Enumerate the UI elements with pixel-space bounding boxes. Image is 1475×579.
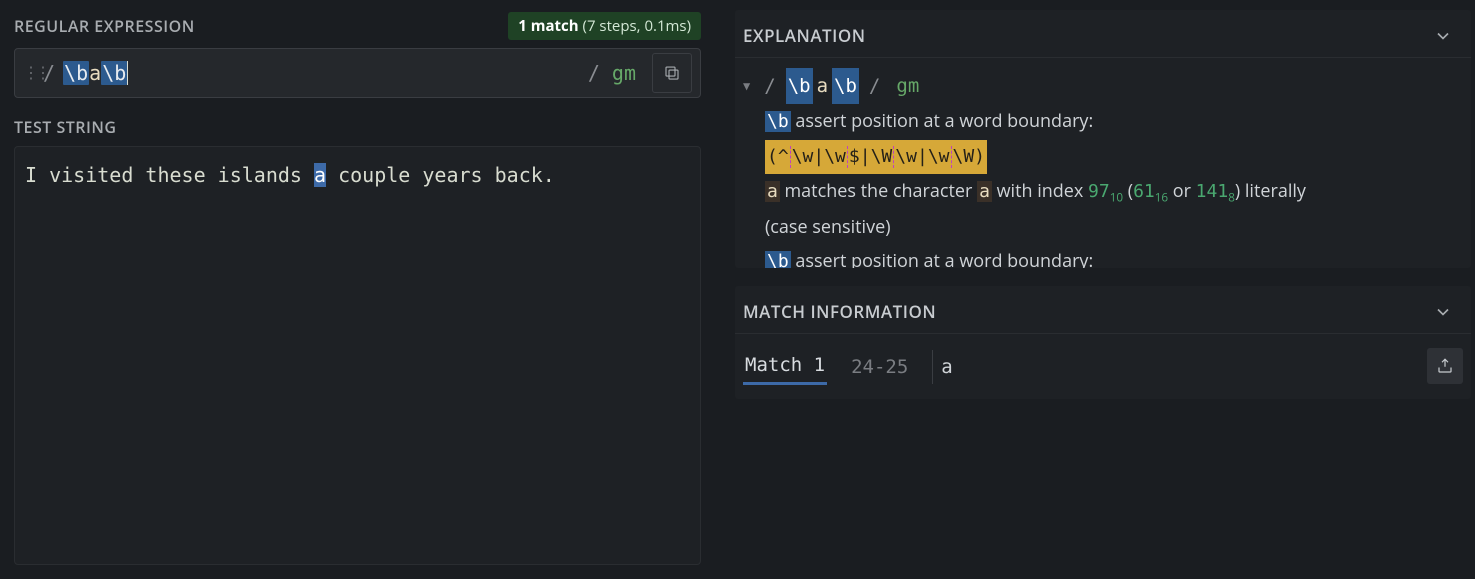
regex-section-title: REGULAR EXPRESSION bbox=[14, 15, 195, 37]
match-info-section-header[interactable]: MATCH INFORMATION bbox=[735, 286, 1471, 334]
regex-pattern-field[interactable]: \ba\b bbox=[61, 61, 582, 85]
exp-base: 8 bbox=[1228, 190, 1235, 206]
collapse-triangle-icon[interactable]: ▼ bbox=[743, 75, 750, 98]
exp-text: or bbox=[1168, 179, 1196, 203]
exp-token: a bbox=[817, 68, 828, 104]
chevron-down-icon bbox=[1433, 302, 1453, 322]
export-matches-button[interactable] bbox=[1427, 348, 1463, 384]
exp-text: (case sensitive) bbox=[743, 210, 1463, 244]
exp-index-hex: 61 bbox=[1133, 181, 1155, 202]
exp-text: ( bbox=[1123, 179, 1133, 203]
match-range: 24-25 bbox=[843, 350, 916, 384]
exp-token-boundary: \b bbox=[765, 251, 791, 268]
exp-token: \b bbox=[786, 68, 813, 104]
regex-token-escape: \b bbox=[63, 61, 89, 85]
exp-text: with index bbox=[992, 179, 1088, 203]
match-text: a bbox=[932, 350, 960, 384]
test-string-input[interactable]: I visited these islands a couple years b… bbox=[14, 146, 701, 565]
exp-text: assert position at a word boundary: bbox=[791, 109, 1093, 133]
exp-token: \b bbox=[832, 68, 859, 104]
match-count-badge: 1 match (7 steps, 0.1ms) bbox=[508, 12, 701, 40]
exp-delimiter: / bbox=[863, 68, 886, 104]
exp-text: assert position at a word boundary: bbox=[791, 249, 1093, 268]
match-label[interactable]: Match 1 bbox=[743, 348, 827, 385]
explanation-content[interactable]: ▼ / \ba\b / gm \b assert position at a w… bbox=[735, 58, 1471, 268]
test-string-section-title: TEST STRING bbox=[14, 116, 117, 138]
match-info-title: MATCH INFORMATION bbox=[743, 300, 936, 323]
exp-index-oct: 141 bbox=[1196, 181, 1229, 202]
regex-flags[interactable]: gm bbox=[606, 61, 642, 85]
regex-delimiter-close: / bbox=[582, 61, 606, 85]
test-string-text: I visited these islands bbox=[25, 163, 314, 187]
exp-text: matches the character bbox=[780, 179, 977, 203]
regex-token-literal: a bbox=[89, 61, 101, 85]
exp-token-boundary: \b bbox=[765, 111, 791, 132]
exp-flags: gm bbox=[890, 68, 925, 104]
exp-delimiter: / bbox=[758, 68, 781, 104]
exp-literal-char: a bbox=[765, 181, 780, 202]
exp-text: ) literally bbox=[1235, 179, 1306, 203]
exp-base: 16 bbox=[1155, 190, 1168, 206]
regex-token-escape: \b bbox=[101, 61, 127, 85]
test-string-text: couple years back. bbox=[326, 163, 555, 187]
exp-index-dec: 97 bbox=[1088, 181, 1110, 202]
copy-icon bbox=[663, 64, 681, 82]
regex-delimiter-open: / bbox=[37, 61, 61, 85]
exp-boundary-detail: (^\w|\w$|\W\w|\w\W) bbox=[765, 140, 987, 174]
explanation-section-header[interactable]: EXPLANATION bbox=[735, 10, 1471, 58]
exp-base: 10 bbox=[1110, 190, 1123, 206]
copy-regex-button[interactable] bbox=[652, 53, 692, 93]
explanation-title: EXPLANATION bbox=[743, 24, 866, 47]
exp-literal-char: a bbox=[977, 181, 992, 202]
regex-input[interactable]: / \ba\b / gm bbox=[14, 48, 701, 98]
drag-handle-icon[interactable] bbox=[23, 71, 37, 75]
chevron-down-icon bbox=[1433, 26, 1453, 46]
match-highlight: a bbox=[314, 163, 326, 187]
export-icon bbox=[1436, 357, 1454, 375]
